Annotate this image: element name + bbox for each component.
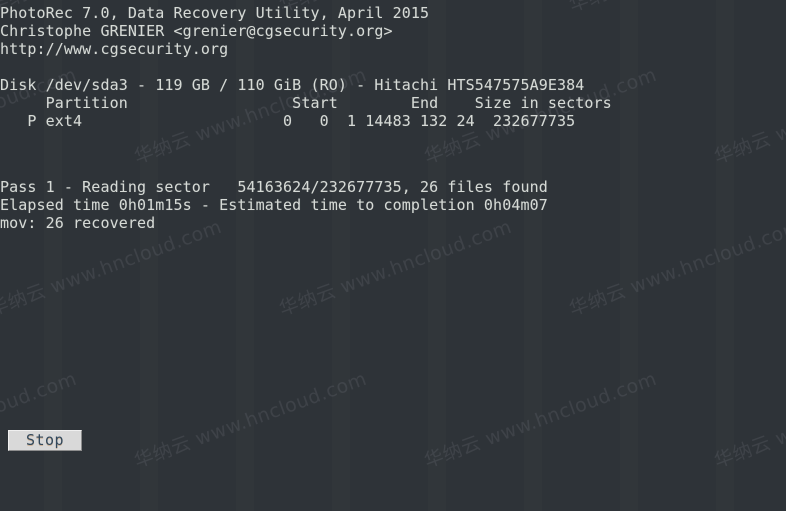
terminal-output: PhotoRec 7.0, Data Recovery Utility, Apr… [0, 0, 786, 511]
app-author-line: Christophe GRENIER <grenier@cgsecurity.o… [0, 22, 393, 40]
disk-summary-line: Disk /dev/sda3 - 119 GB / 110 GiB (RO) -… [0, 76, 584, 94]
stop-button-label: Stop [26, 433, 64, 448]
recovered-files-line: mov: 26 recovered [0, 214, 155, 232]
elapsed-time-line: Elapsed time 0h01m15s - Estimated time t… [0, 196, 548, 214]
app-title-line: PhotoRec 7.0, Data Recovery Utility, Apr… [0, 4, 429, 22]
partition-table-header: Partition Start End Size in sectors [0, 94, 612, 112]
table-row: P ext4 0 0 1 14483 132 24 232677735 [0, 112, 575, 130]
scan-progress-line: Pass 1 - Reading sector 54163624/2326777… [0, 178, 548, 196]
stop-button[interactable]: Stop [8, 430, 82, 451]
photorec-window: 华纳云 www.hncloud.com华纳云 www.hncloud.com华纳… [0, 0, 786, 511]
app-website-line: http://www.cgsecurity.org [0, 40, 228, 58]
